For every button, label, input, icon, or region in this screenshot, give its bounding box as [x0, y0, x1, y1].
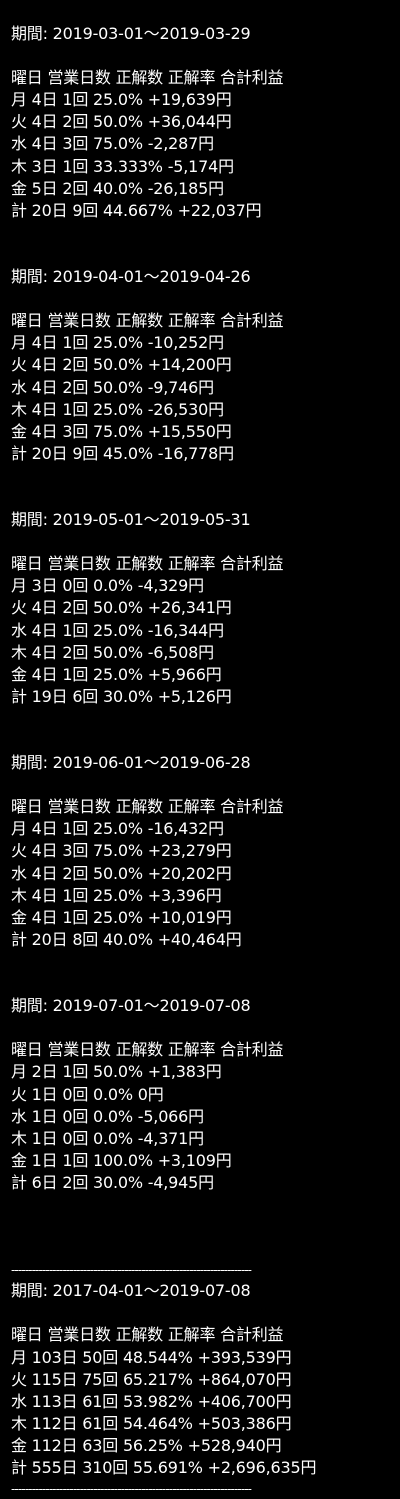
- table-row: 金 4日 1回 25.0% +10,019円: [11, 907, 232, 927]
- period-title: 期間: 2019-05-01〜2019-05-31: [11, 510, 251, 530]
- table-row: 水 4日 1回 25.0% -16,344円: [11, 620, 224, 640]
- period-section: 期間: 2019-06-01〜2019-06-28 曜日 営業日数 正解数 正解…: [11, 752, 400, 951]
- table-header: 曜日 営業日数 正解数 正解率 合計利益: [11, 311, 284, 331]
- table-row: 火 4日 2回 50.0% +14,200円: [11, 355, 232, 375]
- period-section: 期間: 2019-07-01〜2019-07-08 曜日 営業日数 正解数 正解…: [11, 995, 400, 1194]
- table-row: 月 4日 1回 25.0% -10,252円: [11, 333, 224, 353]
- table-row: 水 1日 0回 0.0% -5,066円: [11, 1106, 204, 1126]
- table-row: 火 1日 0回 0.0% 0円: [11, 1084, 164, 1104]
- table-row: 木 4日 1回 25.0% -26,530円: [11, 399, 224, 419]
- table-row: 木 4日 1回 25.0% +3,396円: [11, 885, 222, 905]
- period-title: 期間: 2019-04-01〜2019-04-26: [11, 267, 251, 287]
- total-row: 計 6日 2回 30.0% -4,945円: [11, 1172, 214, 1192]
- total-row: 計 20日 8回 40.0% +40,464円: [11, 929, 242, 949]
- period-title: 期間: 2019-06-01〜2019-06-28: [11, 753, 251, 773]
- table-row: 金 5日 2回 40.0% -26,185円: [11, 178, 224, 198]
- table-row: 月 4日 1回 25.0% -16,432円: [11, 819, 224, 839]
- table-row: 木 112日 61回 54.464% +503,386円: [11, 1413, 292, 1433]
- table-row: 木 3日 1回 33.333% -5,174円: [11, 156, 234, 176]
- table-row: 水 113日 61回 53.982% +406,700円: [11, 1391, 292, 1411]
- period-title: 期間: 2017-04-01〜2019-07-08: [11, 1281, 251, 1301]
- table-header: 曜日 営業日数 正解数 正解率 合計利益: [11, 554, 284, 574]
- total-row: 計 555日 310回 55.691% +2,696,635円: [11, 1458, 317, 1478]
- period-section: 期間: 2019-04-01〜2019-04-26 曜日 営業日数 正解数 正解…: [11, 266, 400, 465]
- table-header: 曜日 営業日数 正解数 正解率 合計利益: [11, 68, 284, 88]
- table-header: 曜日 営業日数 正解数 正解率 合計利益: [11, 1040, 284, 1060]
- table-row: 木 1日 0回 0.0% -4,371円: [11, 1128, 204, 1148]
- table-row: 水 4日 2回 50.0% -9,746円: [11, 377, 214, 397]
- table-row: 金 1日 1回 100.0% +3,109円: [11, 1150, 232, 1170]
- total-row: 計 20日 9回 45.0% -16,778円: [11, 443, 234, 463]
- total-row: 計 19日 6回 30.0% +5,126円: [11, 686, 232, 706]
- table-row: 月 4日 1回 25.0% +19,639円: [11, 90, 232, 110]
- table-row: 月 2日 1回 50.0% +1,383円: [11, 1062, 222, 1082]
- table-row: 火 115日 75回 65.217% +864,070円: [11, 1369, 292, 1389]
- table-header: 曜日 営業日数 正解数 正解率 合計利益: [11, 1325, 284, 1345]
- table-header: 曜日 営業日数 正解数 正解率 合計利益: [11, 797, 284, 817]
- summary-section: ----------------------------------------…: [11, 1260, 400, 1499]
- table-row: 火 4日 3回 75.0% +23,279円: [11, 841, 232, 861]
- table-row: 金 112日 63回 56.25% +528,940円: [11, 1435, 282, 1455]
- period-section: 期間: 2019-05-01〜2019-05-31 曜日 営業日数 正解数 正解…: [11, 509, 400, 708]
- table-row: 金 4日 3回 75.0% +15,550円: [11, 421, 232, 441]
- table-row: 水 4日 2回 50.0% +20,202円: [11, 863, 232, 883]
- table-row: 水 4日 3回 75.0% -2,287円: [11, 134, 214, 154]
- results-page: 期間: 2019-03-01〜2019-03-29 曜日 営業日数 正解数 正解…: [0, 0, 400, 1496]
- table-row: 月 103日 50回 48.544% +393,539円: [11, 1347, 292, 1367]
- table-row: 火 4日 2回 50.0% +36,044円: [11, 112, 232, 132]
- divider-line: ----------------------------------------…: [11, 1263, 252, 1278]
- table-row: 月 3日 0回 0.0% -4,329円: [11, 576, 204, 596]
- table-row: 木 4日 2回 50.0% -6,508円: [11, 642, 214, 662]
- table-row: 金 4日 1回 25.0% +5,966円: [11, 664, 222, 684]
- period-title: 期間: 2019-07-01〜2019-07-08: [11, 996, 251, 1016]
- total-row: 計 20日 9回 44.667% +22,037円: [11, 200, 262, 220]
- table-row: 火 4日 2回 50.0% +26,341円: [11, 598, 232, 618]
- period-title: 期間: 2019-03-01〜2019-03-29: [11, 24, 251, 43]
- period-section: 期間: 2019-03-01〜2019-03-29 曜日 営業日数 正解数 正解…: [11, 23, 400, 222]
- divider-line: ----------------------------------------…: [11, 1482, 252, 1497]
